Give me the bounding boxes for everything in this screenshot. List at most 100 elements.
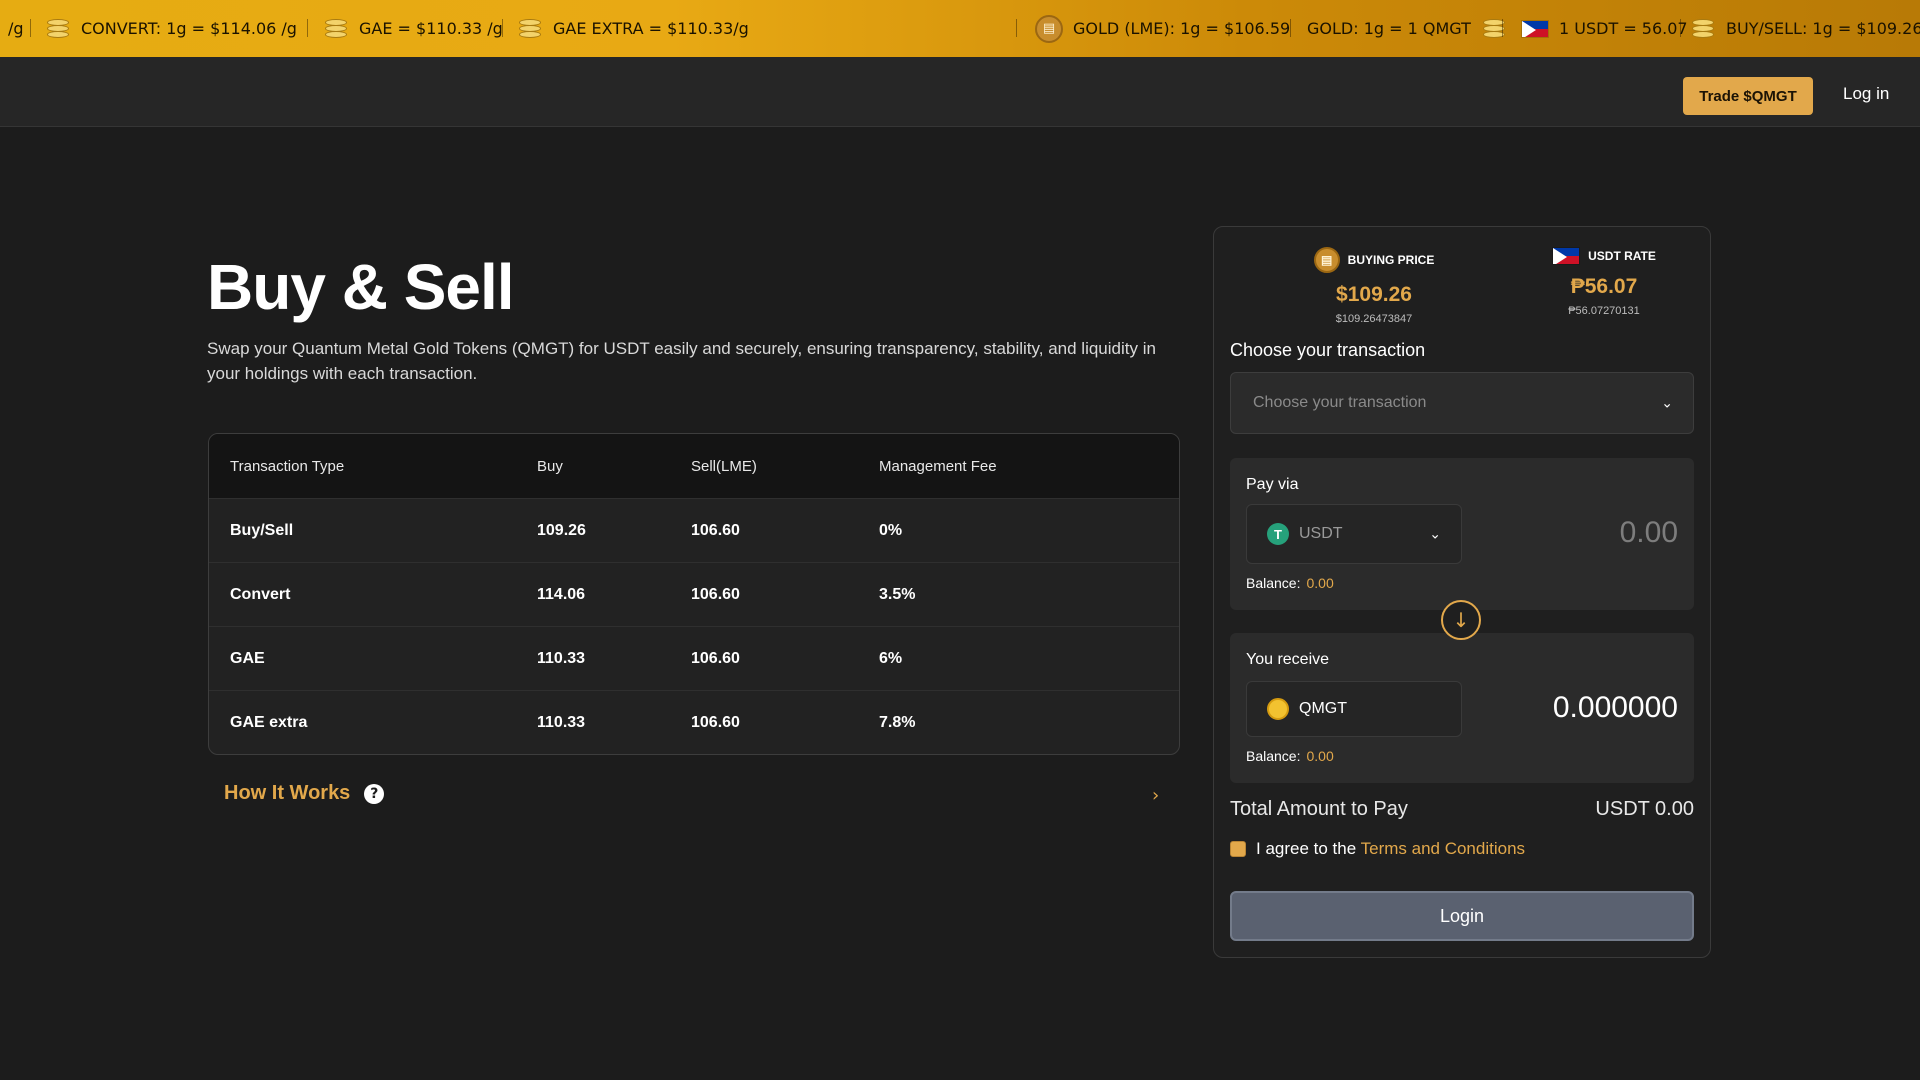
how-it-works-toggle[interactable]: How It Works ?: [224, 782, 385, 805]
ticker-item: 1 USDT = 56.07: [1521, 0, 1688, 57]
usdt-rate-stat: USDT RATE ₱56.07 ₱56.07270131: [1514, 247, 1694, 317]
table-row: Convert 114.06 106.60 3.5%: [209, 562, 1179, 626]
login-submit-button[interactable]: Login: [1230, 891, 1694, 941]
agree-label: I agree to the: [1256, 839, 1357, 858]
login-link[interactable]: Log in: [1843, 84, 1889, 104]
ticker-text: CONVERT: 1g = $114.06 /g: [81, 19, 297, 38]
ticker-item: ▤ GOLD (LME): 1g = $106.59: [1035, 0, 1290, 57]
ticker-divider: [1290, 19, 1291, 37]
usdt-rate-precise: ₱56.07270131: [1568, 305, 1640, 317]
ticker-item: GOLD: 1g = 1 QMGT: [1307, 0, 1507, 57]
transaction-select[interactable]: Choose your transaction ⌄: [1230, 372, 1694, 434]
column-header: Transaction Type: [230, 457, 345, 475]
ticker-text: GAE = $110.33 /g: [359, 19, 503, 38]
terms-link[interactable]: Terms and Conditions: [1361, 839, 1525, 858]
qmgt-token-icon: [1267, 698, 1289, 720]
total-amount-value: USDT 0.00: [1595, 798, 1694, 820]
usdt-rate-label: USDT RATE: [1588, 249, 1656, 263]
trade-qmgt-button[interactable]: Trade $QMGT: [1683, 77, 1813, 115]
ticker-text: GOLD: 1g = 1 QMGT: [1307, 19, 1471, 38]
usdt-rate-value: ₱56.07: [1570, 275, 1638, 298]
terms-checkbox[interactable]: [1230, 841, 1246, 857]
buying-price-stat: ▤ BUYING PRICE $109.26 $109.26473847: [1274, 247, 1474, 325]
chevron-down-icon: ⌄: [1661, 394, 1673, 411]
gold-coins-icon: [323, 17, 349, 41]
table-row: Buy/Sell 109.26 106.60 0%: [209, 498, 1179, 562]
pay-balance-value: 0.00: [1306, 575, 1334, 591]
receive-balance: Balance: 0.00: [1246, 748, 1334, 764]
usdt-icon: T: [1267, 523, 1289, 545]
pay-token-select[interactable]: T USDT ⌄: [1246, 504, 1462, 564]
column-header: Management Fee: [879, 457, 997, 475]
pay-amount-input[interactable]: 0.00: [1620, 516, 1678, 550]
table-cell: 106.60: [691, 585, 740, 603]
ticker-text: GAE EXTRA = $110.33/g: [553, 19, 749, 38]
ticker-divider: [1680, 19, 1681, 37]
how-it-works-label: How It Works: [224, 782, 351, 804]
ticker-text: /g: [8, 19, 24, 38]
ticker-divider: [30, 19, 31, 37]
philippines-flag-icon: [1552, 247, 1581, 265]
gold-bar-icon: ▤: [1035, 14, 1063, 43]
ticker-divider: [1502, 19, 1503, 37]
arrow-down-icon[interactable]: ↓: [1441, 600, 1481, 640]
ticker-text: 1 USDT = 56.07: [1559, 19, 1688, 38]
receive-balance-label: Balance:: [1246, 748, 1301, 764]
ticker-item: /g: [8, 0, 24, 57]
chevron-right-icon[interactable]: ›: [1152, 785, 1159, 806]
receive-token-display: QMGT: [1246, 681, 1462, 737]
ticker-divider: [502, 19, 503, 37]
philippines-flag-icon: [1521, 19, 1549, 38]
table-cell: Convert: [230, 585, 291, 603]
table-row: GAE extra 110.33 106.60 7.8%: [209, 690, 1179, 754]
ticker-item: GAE = $110.33 /g: [323, 0, 503, 57]
agree-text: I agree to the Terms and Conditions: [1256, 839, 1525, 859]
gold-bar-icon: ▤: [1313, 247, 1340, 273]
table-cell: GAE extra: [230, 713, 308, 731]
pay-token-label: USDT: [1299, 525, 1343, 542]
receive-section: You receive QMGT 0.000000 Balance: 0.00: [1230, 633, 1694, 783]
pay-balance: Balance: 0.00: [1246, 575, 1334, 591]
trade-panel: ▤ BUYING PRICE $109.26 $109.26473847 USD…: [1213, 226, 1711, 958]
buying-price-header: ▤ BUYING PRICE: [1274, 247, 1474, 273]
ticker-text: GOLD (LME): 1g = $106.59: [1073, 19, 1291, 38]
gold-coins-icon: [1690, 17, 1716, 41]
terms-agreement: I agree to the Terms and Conditions: [1230, 839, 1525, 859]
ticker-item: BUY/SELL: 1g = $109.26: [1690, 0, 1920, 57]
receive-amount: 0.000000: [1552, 691, 1678, 724]
ticker-item: CONVERT: 1g = $114.06 /g: [45, 0, 297, 57]
buying-price-label: BUYING PRICE: [1347, 253, 1435, 267]
total-amount-label: Total Amount to Pay: [1230, 798, 1408, 820]
table-cell: 109.26: [537, 521, 586, 539]
table-cell: 7.8%: [879, 713, 916, 731]
table-cell: 0%: [879, 521, 903, 539]
table-cell: 114.06: [537, 585, 586, 603]
gold-coins-icon: [45, 17, 71, 41]
question-icon: ?: [364, 783, 385, 804]
ticker-item: GAE EXTRA = $110.33/g: [517, 0, 749, 57]
you-receive-label: You receive: [1246, 651, 1330, 668]
gold-coins-icon: [517, 17, 543, 41]
choose-transaction-label: Choose your transaction: [1230, 340, 1426, 360]
ticker-divider: [307, 19, 308, 37]
chevron-down-icon: ⌄: [1429, 525, 1441, 542]
receive-balance-value: 0.00: [1306, 748, 1334, 764]
table-cell: 3.5%: [879, 585, 916, 603]
column-header: Sell(LME): [691, 457, 757, 475]
pay-section: Pay via T USDT ⌄ 0.00 Balance: 0.00: [1230, 458, 1694, 610]
buying-price-value: $109.26: [1336, 283, 1412, 306]
table-cell: GAE: [230, 649, 265, 667]
table-cell: Buy/Sell: [230, 521, 294, 539]
top-nav: Trade $QMGT: [0, 57, 1920, 127]
table-cell: 106.60: [691, 521, 740, 539]
pay-via-label: Pay via: [1246, 476, 1299, 493]
rates-table: Transaction Type Buy Sell(LME) Managemen…: [208, 433, 1180, 755]
table-cell: 106.60: [691, 649, 740, 667]
table-cell: 110.33: [537, 649, 586, 667]
ticker-text: BUY/SELL: 1g = $109.26: [1726, 19, 1920, 38]
table-cell: 6%: [879, 649, 903, 667]
pay-balance-label: Balance:: [1246, 575, 1301, 591]
column-header: Buy: [537, 457, 563, 475]
price-ticker: /g CONVERT: 1g = $114.06 /g GAE = $110.3…: [0, 0, 1920, 57]
table-row: GAE 110.33 106.60 6%: [209, 626, 1179, 690]
